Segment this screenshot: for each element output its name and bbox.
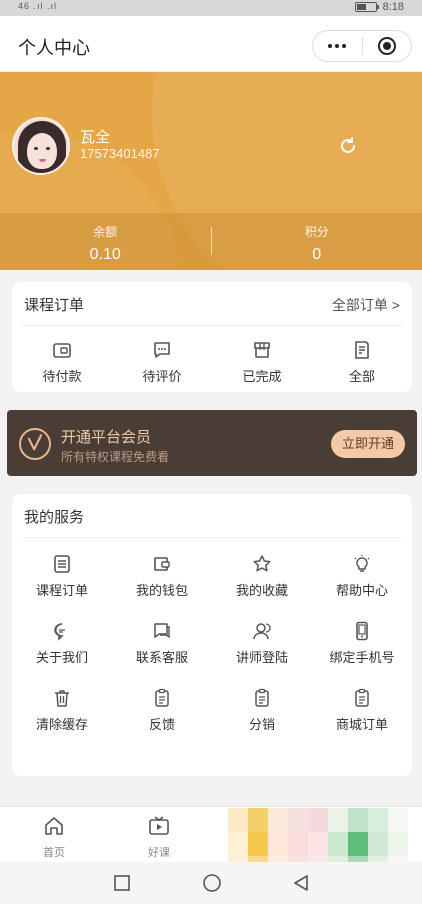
balance-stat[interactable]: 余额 0.10: [0, 213, 211, 270]
phone-icon: [356, 621, 368, 641]
service-mall-orders[interactable]: 商城订单: [312, 688, 412, 733]
more-dots-icon: [328, 44, 347, 48]
service-contact-support[interactable]: 联系客服: [112, 621, 212, 666]
order-item-label: 全部: [348, 369, 375, 384]
vip-subtitle: 所有特权课程免费看: [61, 450, 170, 464]
battery-icon: [354, 2, 379, 12]
vip-title: 开通平台会员: [61, 429, 152, 446]
order-pending-payment[interactable]: 待付款: [12, 340, 112, 385]
order-item-label: 待付款: [42, 369, 82, 384]
service-label: 分销: [248, 717, 275, 732]
tab-good-courses[interactable]: 好课: [129, 815, 189, 860]
service-label: 帮助中心: [335, 583, 388, 598]
box-icon: [254, 342, 270, 358]
service-help-center[interactable]: 帮助中心: [312, 554, 412, 599]
service-about-us[interactable]: 关于我们: [12, 621, 112, 666]
page-title: 个人中心: [18, 38, 90, 58]
account-stats: 余额 0.10 积分 0: [0, 213, 422, 270]
course-orders-title: 课程订单: [24, 297, 85, 314]
lecturer-icon: [253, 623, 271, 640]
order-item-label: 已完成: [242, 369, 282, 384]
order-completed[interactable]: 已完成: [212, 340, 312, 385]
course-orders-card: 课程订单 全部订单 > 待付款 待评价 已完成 全部: [12, 282, 412, 392]
comment-icon: [154, 342, 170, 358]
service-distribution[interactable]: 分销: [212, 688, 312, 733]
signal-indicator: 46 .ıl .ıl: [18, 1, 58, 11]
balance-label: 余额: [93, 225, 118, 239]
service-label: 我的钱包: [135, 583, 188, 598]
service-label: 反馈: [148, 717, 175, 732]
service-label: 绑定手机号: [329, 650, 395, 665]
service-lecturer-login[interactable]: 讲师登陆: [212, 621, 312, 666]
service-label: 关于我们: [35, 650, 88, 665]
vip-logo-icon: [19, 428, 51, 460]
list-icon: [355, 341, 369, 359]
order-all[interactable]: 全部: [312, 340, 412, 385]
wallet-icon: [154, 557, 170, 571]
points-label: 积分: [304, 225, 329, 239]
refresh-icon[interactable]: [338, 136, 358, 156]
service-course-orders[interactable]: 课程订单: [12, 554, 112, 599]
back-triangle-icon[interactable]: [292, 874, 310, 892]
user-phone: 17573401487: [80, 146, 160, 161]
target-icon: [377, 37, 396, 55]
service-label: 清除缓存: [35, 717, 88, 732]
user-name: 瓦全: [80, 129, 111, 146]
tv-icon: [149, 816, 169, 835]
balance-value: 0.10: [89, 246, 121, 263]
service-clear-cache[interactable]: 清除缓存: [12, 688, 112, 733]
profile-banner: 瓦全 17573401487 余额 0.10 积分 0: [0, 72, 422, 270]
system-nav-bar: [0, 862, 422, 904]
wallet-icon: [53, 343, 71, 358]
avatar[interactable]: [12, 117, 70, 175]
clock: 8:18: [382, 1, 404, 13]
service-bind-phone[interactable]: 绑定手机号: [312, 621, 412, 666]
lightbulb-icon: [354, 555, 370, 572]
points-stat[interactable]: 积分 0: [212, 213, 422, 270]
service-label: 我的收藏: [235, 583, 288, 598]
tab-label: 好课: [148, 847, 170, 859]
trash-icon: [55, 690, 69, 707]
page-header: 个人中心: [0, 16, 422, 72]
clipboard-icon: [255, 688, 269, 707]
tab-home[interactable]: 首页: [24, 815, 84, 860]
service-label: 讲师登陆: [235, 650, 288, 665]
tab-label: 首页: [43, 847, 65, 859]
star-icon: [253, 555, 271, 572]
close-miniprogram-button[interactable]: [363, 31, 412, 61]
service-label: 课程订单: [35, 583, 88, 598]
service-label: 商城订单: [335, 717, 388, 732]
service-label: 联系客服: [135, 650, 188, 665]
miniprogram-capsule: [312, 30, 412, 62]
chat-bubble-icon: [54, 623, 65, 641]
points-value: 0: [312, 246, 322, 263]
home-circle-icon[interactable]: [202, 874, 222, 894]
service-my-favorites[interactable]: 我的收藏: [212, 554, 312, 599]
order-pending-review[interactable]: 待评价: [112, 340, 212, 385]
my-services-card: 我的服务 课程订单 我的钱包 我的收藏 帮助中心 关于我们 联系客服 讲师登陆 …: [12, 494, 412, 776]
all-orders-link[interactable]: 全部订单 >: [332, 295, 400, 315]
customer-service-icon: [154, 623, 170, 639]
more-button[interactable]: [313, 31, 362, 61]
clipboard-icon: [355, 688, 369, 707]
status-bar: 46 .ıl .ıl 8:18: [0, 0, 422, 16]
service-my-wallet[interactable]: 我的钱包: [112, 554, 212, 599]
service-feedback[interactable]: 反馈: [112, 688, 212, 733]
order-icon: [54, 555, 70, 573]
vip-activate-button[interactable]: 立即开通: [331, 430, 405, 458]
order-item-label: 待评价: [142, 369, 182, 384]
home-icon: [45, 817, 63, 835]
vip-membership-banner[interactable]: 开通平台会员 所有特权课程免费看 立即开通: [7, 410, 417, 476]
services-title: 我的服务: [24, 509, 85, 526]
recent-apps-icon[interactable]: [113, 874, 131, 892]
clipboard-icon: [155, 688, 169, 707]
